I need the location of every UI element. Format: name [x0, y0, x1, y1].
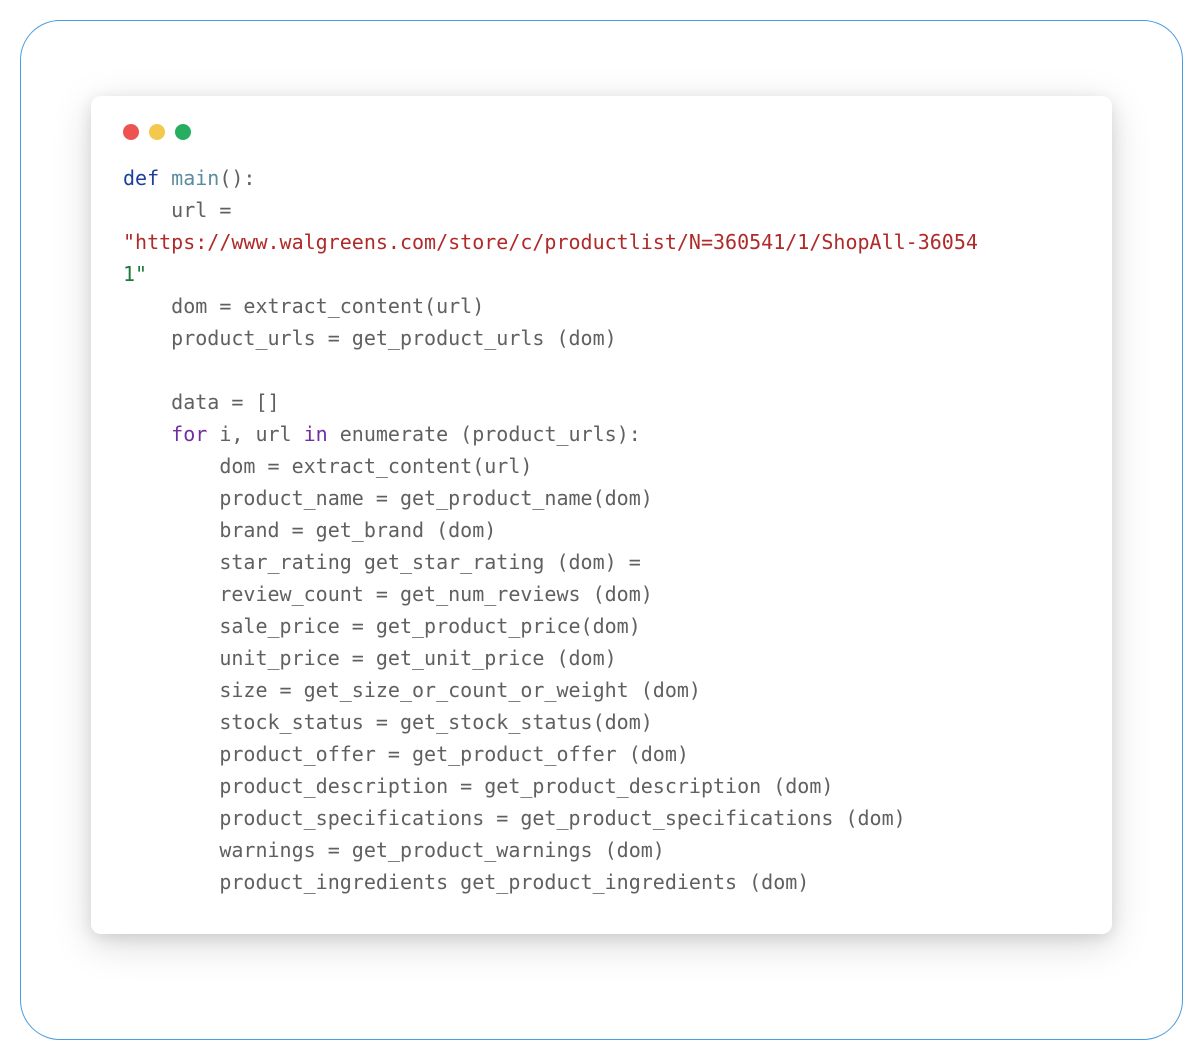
- code-text: product_specifications = get_product_spe…: [123, 806, 906, 830]
- code-text: star_rating get_star_rating (dom) =: [123, 550, 641, 574]
- code-block: def main(): url = "https://www.walgreens…: [123, 162, 1080, 898]
- code-text: unit_price = get_unit_price (dom): [123, 646, 617, 670]
- code-text: [123, 422, 171, 446]
- code-text: warnings = get_product_warnings (dom): [123, 838, 665, 862]
- code-text: product_offer = get_product_offer (dom): [123, 742, 689, 766]
- code-text: data = []: [123, 390, 280, 414]
- code-window: def main(): url = "https://www.walgreens…: [91, 96, 1112, 934]
- code-text: size = get_size_or_count_or_weight (dom): [123, 678, 701, 702]
- code-text: url =: [123, 198, 231, 222]
- maximize-icon[interactable]: [175, 124, 191, 140]
- code-text: i, url: [207, 422, 303, 446]
- keyword-for: for: [171, 422, 207, 446]
- code-text: review_count = get_num_reviews (dom): [123, 582, 653, 606]
- code-text: product_urls = get_product_urls (dom): [123, 326, 617, 350]
- keyword-def: def: [123, 166, 159, 190]
- code-text: enumerate (product_urls):: [328, 422, 641, 446]
- code-text: stock_status = get_stock_status(dom): [123, 710, 653, 734]
- minimize-icon[interactable]: [149, 124, 165, 140]
- string-literal: "https://www.walgreens.com/store/c/produ…: [123, 230, 978, 254]
- keyword-in: in: [304, 422, 328, 446]
- close-icon[interactable]: [123, 124, 139, 140]
- code-text: ():: [219, 166, 255, 190]
- outer-frame: def main(): url = "https://www.walgreens…: [20, 20, 1183, 1040]
- code-text: brand = get_brand (dom): [123, 518, 496, 542]
- function-name: main: [159, 166, 219, 190]
- string-literal-end: 1": [123, 262, 147, 286]
- traffic-lights: [123, 124, 1080, 140]
- code-text: product_ingredients get_product_ingredie…: [123, 870, 809, 894]
- code-text: dom = extract_content(url): [123, 294, 484, 318]
- code-text: product_name = get_product_name(dom): [123, 486, 653, 510]
- code-text: product_description = get_product_descri…: [123, 774, 833, 798]
- code-text: sale_price = get_product_price(dom): [123, 614, 641, 638]
- code-text: dom = extract_content(url): [123, 454, 532, 478]
